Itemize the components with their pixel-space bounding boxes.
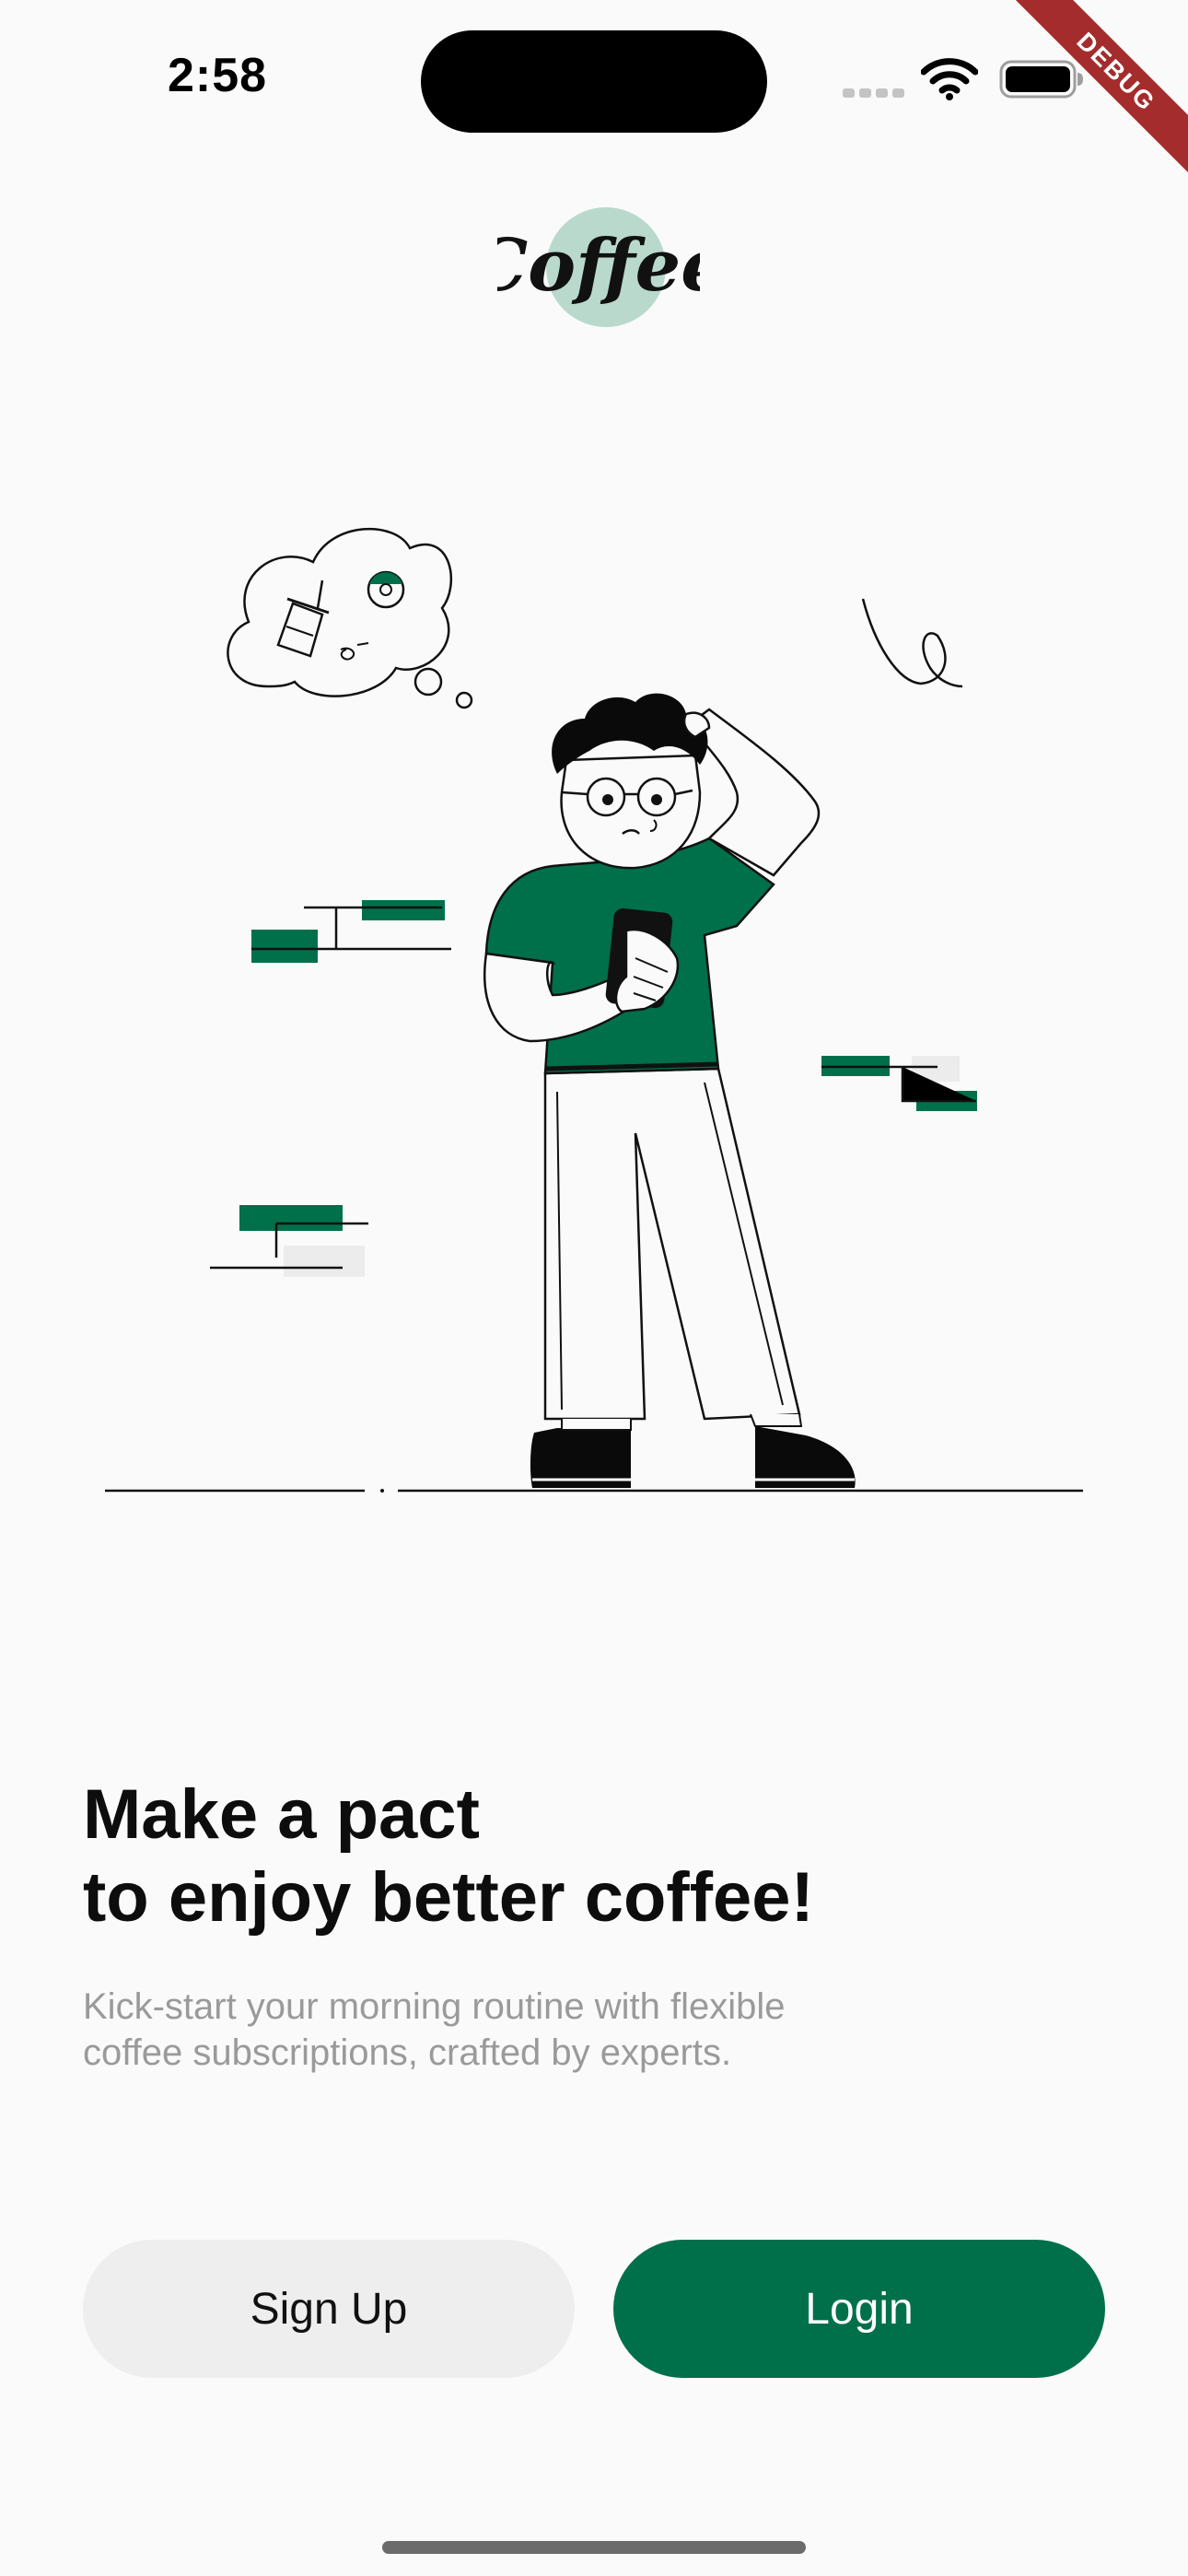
onboarding-headline: Make a pact to enjoy better coffee! bbox=[83, 1774, 1096, 1939]
brick-decoration-left-bottom bbox=[210, 1205, 368, 1277]
subtitle-line-1: Kick-start your morning routine with fle… bbox=[83, 1986, 786, 2027]
wifi-icon bbox=[921, 58, 978, 100]
home-indicator[interactable] bbox=[382, 2541, 806, 2554]
login-button[interactable]: Login bbox=[613, 2240, 1105, 2378]
person-figure bbox=[483, 693, 856, 1488]
headline-line-1: Make a pact bbox=[83, 1775, 480, 1854]
brick-decoration-right bbox=[821, 1056, 977, 1111]
squiggle-decoration bbox=[861, 598, 963, 688]
hero-illustration bbox=[105, 527, 1083, 1493]
thought-bubble bbox=[227, 527, 473, 709]
subtitle-line-2: coffee subscriptions, crafted by experts… bbox=[83, 2032, 732, 2073]
headline-line-2: to enjoy better coffee! bbox=[83, 1858, 814, 1937]
dynamic-island bbox=[421, 30, 767, 133]
brick-decoration-left-top bbox=[251, 900, 451, 963]
onboarding-subtitle: Kick-start your morning routine with fle… bbox=[83, 1984, 912, 2076]
onboarding-screen: 2:58 DEBUG Coffee bbox=[0, 0, 1188, 2576]
donut-icon bbox=[367, 570, 405, 609]
debug-banner-label: DEBUG bbox=[1010, 0, 1188, 178]
signal-dots-icon bbox=[843, 88, 904, 98]
status-bar-time: 2:58 bbox=[168, 49, 268, 102]
coffee-logo: Coffee bbox=[497, 207, 700, 327]
debug-banner: DEBUG bbox=[1004, 0, 1188, 184]
sign-up-button[interactable]: Sign Up bbox=[83, 2240, 575, 2378]
coffee-logo-text: Coffee bbox=[497, 224, 700, 308]
